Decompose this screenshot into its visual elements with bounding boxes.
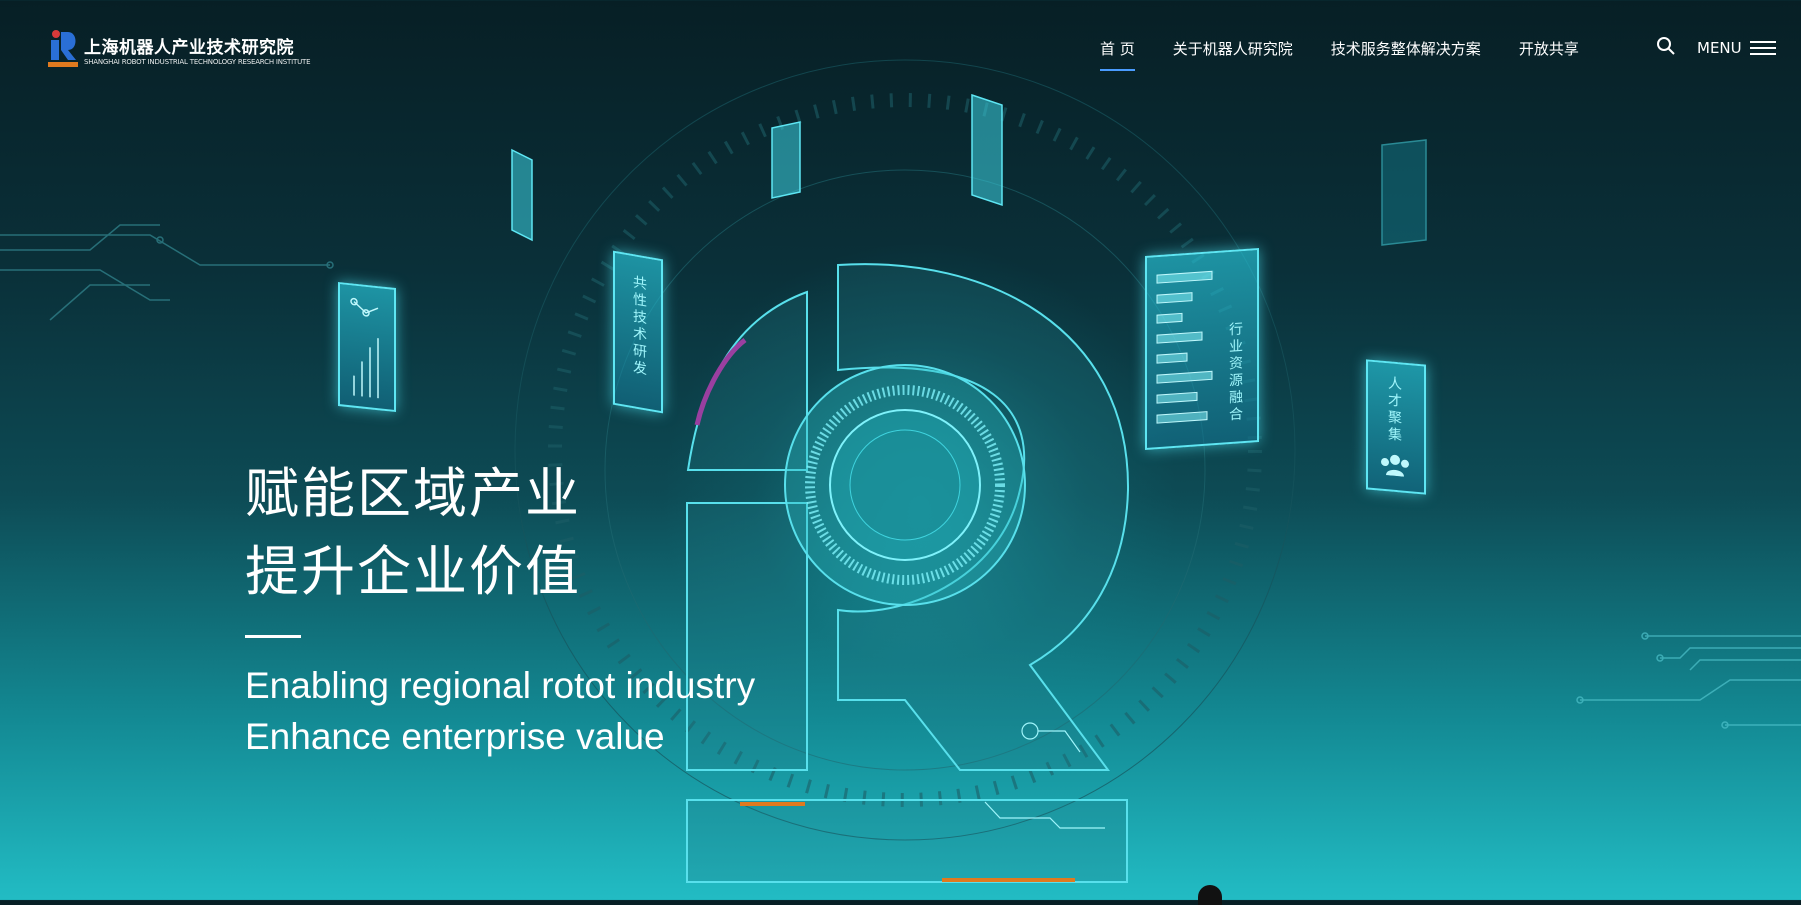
logo-title-cn: 上海机器人产业技术研究院 <box>84 38 294 58</box>
hero-illustration <box>0 59 1801 883</box>
bar-chart-icon <box>350 297 379 399</box>
nav-solutions[interactable]: 技术服务整体解决方案 <box>1331 38 1481 71</box>
hero-text: 赋能区域产业 提升企业价值 Enabling regional rotot in… <box>245 455 755 762</box>
nav-home[interactable]: 首 页 <box>1100 38 1135 71</box>
nav-about[interactable]: 关于机器人研究院 <box>1173 38 1293 71</box>
site-header: 上海机器人产业技术研究院 SHANGHAI ROBOT INDUSTRIAL T… <box>0 0 1801 100</box>
tech-rd-panel: 共性技术研发 <box>613 250 663 414</box>
hero-subtitle-line1: Enabling regional rotot industry <box>245 665 756 706</box>
talent-panel: 人才聚集 <box>1366 359 1426 495</box>
person-silhouette <box>1198 885 1222 905</box>
list-bars-icon <box>1156 270 1213 424</box>
hero-title-line1: 赋能区域产业 <box>245 462 581 525</box>
logo-title-en: SHANGHAI ROBOT INDUSTRIAL TECHNOLOGY RES… <box>84 58 311 66</box>
floating-tiles <box>511 93 1427 246</box>
search-icon[interactable] <box>1656 36 1676 56</box>
hero-title-line2: 提升企业价值 <box>245 540 581 603</box>
menu-button[interactable]: MENU <box>1697 39 1776 57</box>
circuit-lines-right <box>1576 632 1801 729</box>
site-logo[interactable]: 上海机器人产业技术研究院 SHANGHAI ROBOT INDUSTRIAL T… <box>48 28 310 68</box>
ir-logo-icon <box>48 28 78 68</box>
gear-core <box>784 364 1026 606</box>
people-icon <box>1381 454 1409 477</box>
tech-rd-label: 共性技术研发 <box>631 273 647 379</box>
resource-panel: 行业资源融合 <box>1145 248 1259 450</box>
main-nav: 首 页 关于机器人研究院 技术服务整体解决方案 开放共享 <box>1100 38 1617 71</box>
talent-label: 人才聚集 <box>1386 375 1402 445</box>
hero-subtitle-line2: Enhance enterprise value <box>245 716 665 757</box>
menu-label: MENU <box>1697 39 1742 57</box>
resource-label: 行业资源融合 <box>1227 321 1243 425</box>
chart-panel <box>338 281 396 413</box>
circuit-lines-left <box>0 224 334 321</box>
nav-open-sharing[interactable]: 开放共享 <box>1519 38 1579 71</box>
hamburger-icon <box>1749 41 1776 55</box>
hero-divider <box>245 635 301 638</box>
